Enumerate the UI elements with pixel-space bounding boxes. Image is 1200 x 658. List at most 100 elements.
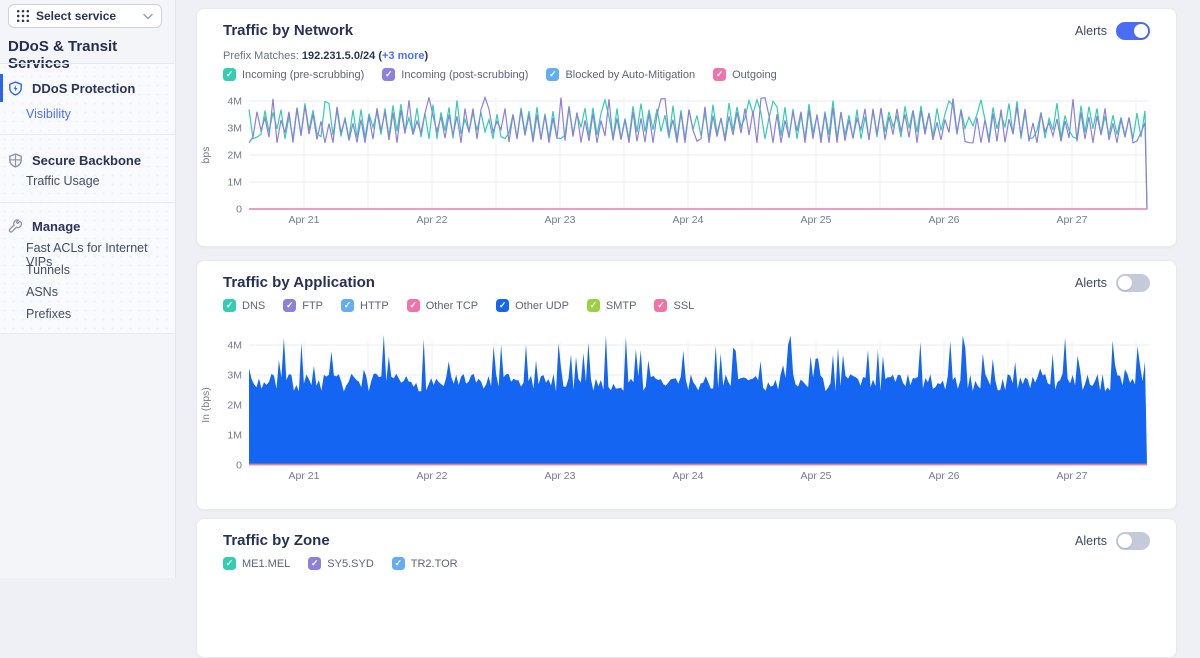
wrench-icon	[8, 218, 23, 233]
svg-text:1M: 1M	[227, 177, 242, 189]
zone-legend: ✓ ME1.MEL ✓ SY5.SYD ✓ TR2.TOR	[223, 557, 458, 570]
svg-text:Apr 22: Apr 22	[417, 470, 448, 482]
svg-text:Apr 25: Apr 25	[801, 214, 832, 226]
toggle-knob	[1118, 534, 1132, 548]
svg-text:3M: 3M	[227, 123, 242, 135]
legend-checkbox[interactable]: ✓	[546, 68, 560, 81]
divider	[0, 134, 175, 135]
svg-text:4M: 4M	[227, 340, 242, 352]
legend-checkbox[interactable]: ✓	[586, 299, 600, 312]
service-selector[interactable]: Select service	[8, 4, 162, 28]
legend-checkbox[interactable]: ✓	[223, 68, 236, 81]
legend-checkbox[interactable]: ✓	[223, 299, 236, 312]
svg-text:Apr 21: Apr 21	[289, 470, 320, 482]
legend-item: ✓ Incoming (post-scrubbing)	[382, 68, 528, 81]
sidebar-item-ddos-protection[interactable]: DDoS Protection	[0, 74, 175, 102]
svg-text:Apr 24: Apr 24	[673, 470, 704, 482]
network-chart[interactable]: 0 1M 2M 3M 4M Apr 21 Apr 22 Apr 23 Apr 24 Apr 25 A…	[197, 91, 1157, 231]
legend-label: Other UDP	[515, 299, 569, 312]
traffic-by-application-card: Traffic by Application Alerts ✓ DNS ✓ FTP ✓ H…	[196, 260, 1177, 510]
sidebar-item-secure-backbone[interactable]: Secure Backbone	[0, 146, 175, 174]
card-title: Traffic by Application	[223, 274, 375, 291]
sidebar-item-manage[interactable]: Manage	[0, 212, 175, 240]
application-chart[interactable]: 0 1M 2M 3M 4M Apr 21 Apr 22 Apr 23 Apr 24 Apr 25 A…	[197, 325, 1157, 485]
svg-text:Apr 23: Apr 23	[545, 470, 576, 482]
legend-label: Outgoing	[732, 68, 777, 81]
legend-label: Incoming (post-scrubbing)	[401, 68, 529, 81]
legend-label: Blocked by Auto-Mitigation	[565, 68, 696, 81]
svg-text:Apr 21: Apr 21	[289, 214, 320, 226]
sidebar: Select service DDoS & Transit Services D…	[0, 0, 176, 578]
legend-checkbox[interactable]: ✓	[713, 68, 727, 81]
svg-text:Apr 26: Apr 26	[929, 214, 960, 226]
legend-item: ✓ SMTP	[586, 299, 637, 312]
legend-item: ✓ Incoming (pre-scrubbing)	[223, 68, 364, 81]
alerts-label: Alerts	[1075, 24, 1107, 38]
toggle-knob	[1118, 276, 1132, 290]
svg-text:bps: bps	[200, 147, 212, 164]
alerts-label: Alerts	[1075, 276, 1107, 290]
shield-bolt-icon	[9, 80, 22, 96]
alerts-control: Alerts	[1075, 22, 1150, 40]
sidebar-item-tunnels[interactable]: Tunnels	[26, 263, 70, 277]
sidebar-item-label: Secure Backbone	[32, 152, 142, 168]
sidebar-item-visibility[interactable]: Visibility	[26, 107, 71, 121]
sidebar-item-label: DDoS Protection	[32, 80, 136, 96]
prefix-matches-value: 192.231.5.0/24	[301, 50, 376, 62]
legend-checkbox[interactable]: ✓	[382, 68, 396, 81]
svg-text:0: 0	[236, 460, 242, 472]
apps-grid-icon	[17, 10, 29, 22]
legend-checkbox[interactable]: ✓	[341, 299, 355, 312]
card-title: Traffic by Network	[223, 22, 354, 39]
svg-text:Apr 27: Apr 27	[1057, 214, 1088, 226]
legend-label: FTP	[302, 299, 324, 312]
sidebar-item-prefixes[interactable]: Prefixes	[26, 307, 71, 321]
sidebar-item-traffic-usage[interactable]: Traffic Usage	[26, 174, 100, 188]
traffic-by-network-card: Traffic by Network Alerts Prefix Matches…	[196, 8, 1177, 247]
legend-checkbox[interactable]: ✓	[283, 299, 297, 312]
legend-checkbox[interactable]: ✓	[654, 299, 668, 312]
legend-item: ✓ HTTP	[341, 299, 389, 312]
prefix-more-link[interactable]: +3 more	[382, 50, 425, 62]
legend-item: ✓ FTP	[283, 299, 323, 312]
legend-checkbox[interactable]: ✓	[308, 557, 322, 570]
legend-label: SY5.SYD	[327, 557, 374, 570]
legend-item: ✓ Outgoing	[713, 68, 777, 81]
card-title: Traffic by Zone	[223, 532, 330, 549]
legend-label: Incoming (pre-scrubbing)	[242, 68, 365, 81]
legend-item: ✓ Other UDP	[496, 299, 569, 312]
svg-text:1M: 1M	[227, 430, 242, 442]
service-selector-label: Select service	[36, 9, 117, 23]
svg-text:Apr 24: Apr 24	[673, 214, 704, 226]
legend-label: DNS	[242, 299, 266, 312]
svg-text:Apr 25: Apr 25	[801, 470, 832, 482]
svg-text:In (bps): In (bps)	[200, 387, 212, 423]
toggle-knob	[1134, 24, 1148, 38]
svg-text:2M: 2M	[227, 150, 242, 162]
shield-icon	[9, 152, 22, 168]
legend-checkbox[interactable]: ✓	[223, 557, 236, 570]
legend-label: SMTP	[605, 299, 637, 312]
svg-text:2M: 2M	[227, 400, 242, 412]
svg-text:0: 0	[236, 204, 242, 216]
legend-label: TR2.TOR	[410, 557, 458, 570]
network-legend: ✓ Incoming (pre-scrubbing) ✓ Incoming (post…	[223, 68, 777, 81]
alerts-control: Alerts	[1075, 274, 1150, 292]
alerts-toggle[interactable]	[1116, 22, 1150, 40]
legend-checkbox[interactable]: ✓	[391, 557, 405, 570]
alerts-label: Alerts	[1075, 534, 1107, 548]
alerts-toggle[interactable]	[1116, 532, 1150, 550]
legend-item: ✓ SY5.SYD	[308, 557, 374, 570]
legend-label: Other TCP	[425, 299, 479, 312]
legend-checkbox[interactable]: ✓	[406, 299, 420, 312]
sidebar-title: DDoS & Transit Services	[8, 38, 118, 72]
alerts-control: Alerts	[1075, 532, 1150, 550]
svg-text:Apr 23: Apr 23	[545, 214, 576, 226]
legend-checkbox[interactable]: ✓	[496, 299, 510, 312]
alerts-toggle[interactable]	[1116, 274, 1150, 292]
legend-label: ME1.MEL	[242, 557, 291, 570]
legend-item: ✓ Other TCP	[406, 299, 479, 312]
legend-item: ✓ ME1.MEL	[223, 557, 290, 570]
sidebar-item-asns[interactable]: ASNs	[26, 285, 58, 299]
divider	[0, 63, 175, 64]
